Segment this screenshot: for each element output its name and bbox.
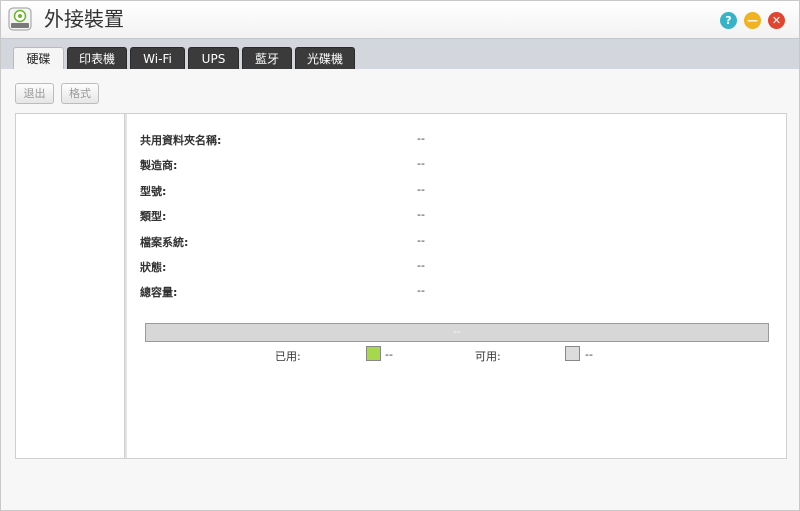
model-value: -- xyxy=(417,183,425,196)
tab-hard-disk[interactable]: 硬碟 xyxy=(13,47,64,70)
type-value: -- xyxy=(417,208,425,221)
disk-panel: 共用資料夾名稱: -- 製造商: -- 型號: -- 類型: -- 檔案系統: … xyxy=(15,113,787,459)
tab-optical-drive[interactable]: 光碟機 xyxy=(295,47,355,70)
external-devices-window: 外接裝置 ? — ✕ 硬碟 印表機 Wi-Fi UPS 藍牙 光碟機 退出 格式… xyxy=(0,0,800,511)
close-icon[interactable]: ✕ xyxy=(768,12,785,29)
total-capacity-label: 總容量: xyxy=(140,286,178,299)
window-title: 外接裝置 xyxy=(44,7,124,31)
model-label: 型號: xyxy=(140,185,167,198)
manufacturer-value: -- xyxy=(417,157,425,170)
shared-folder-value: -- xyxy=(417,132,425,145)
tab-printer[interactable]: 印表機 xyxy=(67,47,127,70)
used-swatch xyxy=(366,346,381,361)
tab-bluetooth[interactable]: 藍牙 xyxy=(242,47,292,70)
eject-button[interactable]: 退出 xyxy=(15,83,54,104)
pane-divider[interactable] xyxy=(125,114,127,458)
file-system-value: -- xyxy=(417,234,425,247)
usage-bar: -- xyxy=(145,323,769,342)
status-value: -- xyxy=(417,259,425,272)
tab-wifi[interactable]: Wi-Fi xyxy=(130,47,185,70)
status-label: 狀態: xyxy=(140,261,167,274)
help-icon[interactable]: ? xyxy=(720,12,737,29)
tab-ups[interactable]: UPS xyxy=(188,47,239,70)
minimize-icon[interactable]: — xyxy=(744,12,761,29)
disk-list[interactable] xyxy=(16,114,125,458)
shared-folder-label: 共用資料夾名稱: xyxy=(140,134,222,147)
format-button[interactable]: 格式 xyxy=(61,83,99,104)
total-capacity-value: -- xyxy=(417,284,425,297)
file-system-label: 檔案系統: xyxy=(140,236,189,249)
manufacturer-label: 製造商: xyxy=(140,159,178,172)
type-label: 類型: xyxy=(140,210,167,223)
free-legend-label: 可用: xyxy=(475,350,501,363)
title-bar[interactable]: 外接裝置 ? — ✕ xyxy=(1,1,799,38)
used-legend-label: 已用: xyxy=(275,350,301,363)
free-legend-value: -- xyxy=(585,348,593,361)
tab-bar: 硬碟 印表機 Wi-Fi UPS 藍牙 光碟機 xyxy=(1,38,799,70)
free-swatch xyxy=(565,346,580,361)
used-legend-value: -- xyxy=(385,348,393,361)
external-drive-icon xyxy=(8,7,32,31)
